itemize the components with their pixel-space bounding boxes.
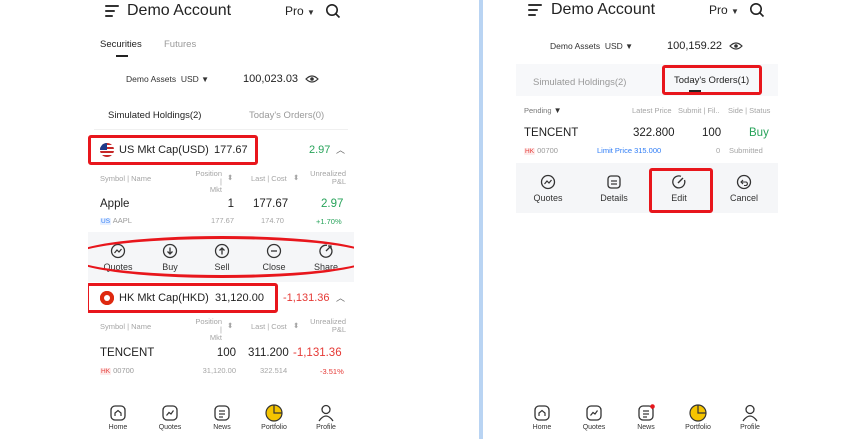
nav-home[interactable]: Home — [98, 404, 138, 431]
tab-simulated-holdings[interactable]: Simulated Holdings(2) — [533, 77, 626, 88]
quotes-icon — [586, 405, 602, 421]
apple-cost: 174.70 — [261, 216, 284, 225]
menu-icon[interactable] — [528, 4, 542, 16]
left-screen: Demo Account Pro ▼ Securities Futures De… — [88, 0, 354, 439]
col-symbol-name: Symbol | Name — [100, 174, 152, 183]
highlight-edit — [649, 168, 713, 213]
us-group-pl: 2.97 — [309, 144, 331, 156]
order-filled: 0 — [716, 146, 721, 155]
tab-indicator — [116, 55, 128, 57]
apple-qty: 1 — [227, 198, 234, 210]
tencent-ticker: HK 00700 — [100, 366, 134, 375]
tab-securities[interactable]: Securities — [100, 39, 142, 50]
tab-simulated-holdings[interactable]: Simulated Holdings(2) — [108, 110, 201, 121]
col-position-mkt: Position | Mkt — [195, 317, 222, 342]
nav-portfolio[interactable]: Portfolio — [678, 404, 718, 431]
order-qty: 100 — [702, 127, 722, 139]
col-latest-price: Latest Price — [632, 106, 672, 115]
nav-quotes[interactable]: Quotes — [150, 404, 190, 431]
news-icon — [214, 405, 230, 421]
nav-portfolio[interactable]: Portfolio — [254, 404, 294, 431]
tencent-cost: 322.514 — [260, 366, 288, 375]
pending-filter[interactable]: Pending ▼ — [524, 107, 562, 115]
home-icon — [110, 405, 126, 421]
sort-icon[interactable]: ⬍ — [293, 174, 299, 182]
nav-profile[interactable]: Profile — [730, 404, 770, 431]
tencent-last: 311.200 — [248, 347, 289, 359]
tab-futures[interactable]: Futures — [164, 39, 196, 50]
tencent-pl-pct: -3.51% — [320, 367, 344, 376]
undo-icon — [736, 174, 752, 190]
details-icon — [607, 175, 621, 189]
tencent-qty: 100 — [216, 347, 236, 359]
eye-icon[interactable] — [305, 74, 319, 84]
col-side-status: Side | Status — [728, 106, 771, 115]
portfolio-icon — [689, 404, 707, 422]
order-price: 322.800 — [633, 127, 675, 139]
apple-ticker: US AAPL — [100, 216, 132, 225]
apple-name[interactable]: Apple — [100, 198, 129, 210]
highlight-todays-orders — [662, 65, 762, 95]
tencent-mkt: 31,120.00 — [202, 366, 236, 375]
profile-icon — [318, 404, 334, 422]
order-status: Submitted — [729, 146, 763, 155]
cancel-button[interactable]: Cancel — [722, 174, 766, 203]
col-unrealized-pl: Unrealized P&L — [310, 169, 346, 186]
tab-todays-orders[interactable]: Today's Orders(0) — [249, 110, 324, 121]
quotes-icon — [162, 405, 178, 421]
apple-mkt: 177.67 — [211, 216, 234, 225]
eye-icon[interactable] — [729, 41, 743, 51]
col-last-cost: Last | Cost — [251, 174, 287, 183]
sort-icon[interactable]: ⬍ — [227, 174, 233, 182]
highlight-action-bar — [88, 236, 354, 278]
demo-assets-value: 100,023.03 — [243, 73, 299, 85]
portfolio-icon — [265, 404, 283, 422]
nav-news[interactable]: News — [626, 404, 666, 431]
sort-icon[interactable]: ⬍ — [293, 322, 299, 330]
details-button[interactable]: Details — [592, 174, 636, 203]
nav-news[interactable]: News — [202, 404, 242, 431]
col-symbol-name: Symbol | Name — [100, 322, 152, 331]
quotes-button[interactable]: Quotes — [526, 174, 570, 203]
right-screen: Demo Account Pro ▼ Demo Assets USD ▼ 100… — [516, 0, 778, 439]
search-icon[interactable] — [749, 2, 765, 18]
demo-assets-label: Demo Assets USD ▼ — [550, 41, 634, 51]
order-limit-price: Limit Price 315.000 — [597, 146, 662, 155]
col-unrealized-pl: Unrealized P&L — [310, 317, 346, 334]
nav-quotes[interactable]: Quotes — [574, 404, 614, 431]
highlight-hk-mkt-cap — [88, 283, 278, 313]
apple-pl-pct: +1.70% — [316, 217, 342, 226]
account-title[interactable]: Demo Account — [551, 1, 655, 19]
nav-profile[interactable]: Profile — [306, 404, 346, 431]
order-name[interactable]: TENCENT — [524, 127, 578, 139]
demo-assets-label: Demo Assets USD ▼ — [126, 74, 210, 84]
chevron-up-icon[interactable]: ︿ — [336, 291, 345, 304]
col-position-mkt: Position | Mkt — [195, 169, 222, 194]
sort-icon[interactable]: ⬍ — [227, 322, 233, 330]
pro-toggle[interactable]: Pro ▼ — [709, 3, 739, 17]
screen-divider — [479, 0, 483, 439]
account-title[interactable]: Demo Account — [127, 2, 231, 20]
search-icon[interactable] — [325, 3, 341, 19]
apple-pl: 2.97 — [321, 198, 344, 210]
highlight-us-mkt-cap — [88, 135, 258, 165]
hk-group-pl: -1,131.36 — [283, 292, 330, 304]
chevron-up-icon[interactable]: ︿ — [336, 143, 345, 156]
order-side: Buy — [749, 127, 769, 139]
demo-assets-value: 100,159.22 — [667, 40, 723, 52]
pro-toggle[interactable]: Pro ▼ — [285, 4, 315, 18]
col-submit-filled: Submit | Fil.. — [678, 106, 720, 115]
profile-icon — [742, 404, 758, 422]
apple-last: 177.67 — [253, 198, 289, 210]
menu-icon[interactable] — [105, 5, 119, 17]
nav-home[interactable]: Home — [522, 404, 562, 431]
tencent-name[interactable]: TENCENT — [100, 347, 154, 359]
tencent-pl: -1,131.36 — [293, 347, 342, 359]
col-last-cost: Last | Cost — [251, 322, 287, 331]
chart-icon — [540, 174, 556, 190]
order-ticker: HK 00700 — [524, 146, 558, 155]
news-icon — [638, 404, 655, 421]
home-icon — [534, 405, 550, 421]
